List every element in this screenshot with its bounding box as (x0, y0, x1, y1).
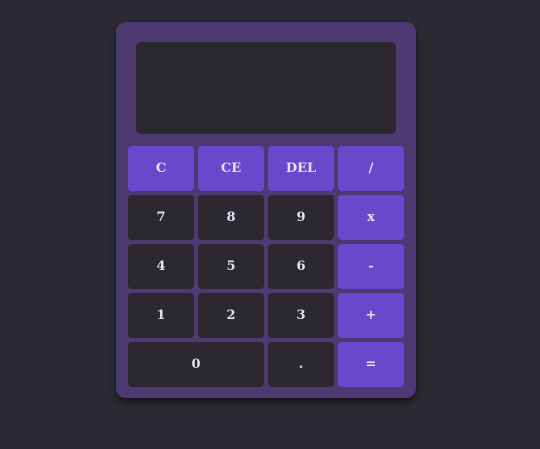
digit-2-button[interactable]: 2 (198, 293, 264, 338)
delete-button[interactable]: DEL (268, 146, 334, 191)
multiply-button[interactable]: x (338, 195, 404, 240)
add-button[interactable]: + (338, 293, 404, 338)
clear-button[interactable]: C (128, 146, 194, 191)
digit-9-button[interactable]: 9 (268, 195, 334, 240)
digit-5-button[interactable]: 5 (198, 244, 264, 289)
keypad: C CE DEL / 7 8 9 x 4 5 6 - 1 2 3 + 0 . = (128, 146, 404, 387)
clear-entry-button[interactable]: CE (198, 146, 264, 191)
digit-4-button[interactable]: 4 (128, 244, 194, 289)
equals-button[interactable]: = (338, 342, 404, 387)
calculator: C CE DEL / 7 8 9 x 4 5 6 - 1 2 3 + 0 . = (116, 22, 416, 398)
digit-3-button[interactable]: 3 (268, 293, 334, 338)
digit-1-button[interactable]: 1 (128, 293, 194, 338)
decimal-point-button[interactable]: . (268, 342, 334, 387)
digit-0-button[interactable]: 0 (128, 342, 264, 387)
divide-button[interactable]: / (338, 146, 404, 191)
digit-6-button[interactable]: 6 (268, 244, 334, 289)
digit-8-button[interactable]: 8 (198, 195, 264, 240)
digit-7-button[interactable]: 7 (128, 195, 194, 240)
calculator-display (136, 42, 396, 134)
subtract-button[interactable]: - (338, 244, 404, 289)
